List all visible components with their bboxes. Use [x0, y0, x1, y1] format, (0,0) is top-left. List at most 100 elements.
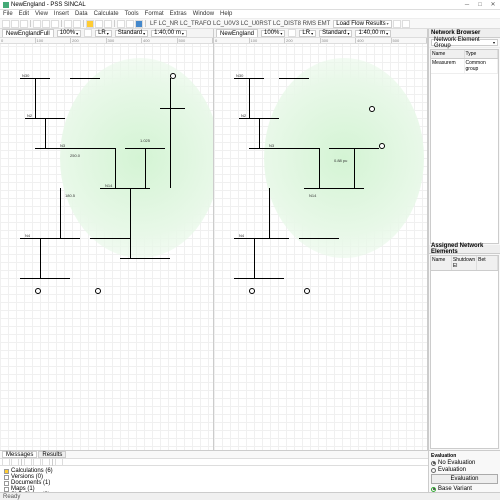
close-button[interactable]: ✕	[489, 2, 497, 8]
style-dropdown[interactable]: Standard	[115, 30, 148, 37]
menu-data[interactable]: Data	[75, 11, 88, 17]
bus[interactable]	[249, 148, 319, 149]
bus[interactable]	[90, 238, 130, 239]
bus[interactable]	[20, 278, 70, 279]
menu-file[interactable]: File	[3, 11, 13, 17]
open-icon[interactable]	[11, 20, 19, 28]
bus[interactable]	[160, 108, 185, 109]
export-icon[interactable]	[42, 458, 50, 466]
undo-icon[interactable]	[64, 20, 72, 28]
zoom-in-icon[interactable]	[95, 20, 103, 28]
evaluation-button[interactable]: Evaluation	[431, 474, 498, 484]
view-dropdown[interactable]: LR	[95, 30, 112, 37]
menu-tools[interactable]: Tools	[125, 11, 139, 17]
radio-no-evaluation[interactable]: No Evaluation	[431, 460, 498, 466]
line[interactable]	[35, 78, 36, 118]
assigned-table[interactable]: Name Shutdown El Bet	[430, 255, 499, 450]
col-bet[interactable]: Bet	[477, 256, 498, 270]
style-dropdown[interactable]: Standard	[319, 30, 352, 37]
bus[interactable]	[304, 188, 364, 189]
bus[interactable]	[120, 258, 170, 259]
line[interactable]	[319, 148, 320, 188]
diagram-canvas-left[interactable]: 0100200300400500	[0, 38, 213, 450]
bus[interactable]	[20, 238, 80, 239]
bus[interactable]	[70, 78, 100, 79]
paste-icon[interactable]	[51, 20, 59, 28]
line[interactable]	[259, 118, 260, 148]
info-icon[interactable]	[126, 20, 134, 28]
diagram-canvas-right[interactable]: 0100200300400500	[214, 38, 427, 450]
tab-messages[interactable]: Messages	[2, 451, 37, 458]
line[interactable]	[60, 188, 61, 238]
results-dropdown[interactable]: Load Flow Results	[333, 20, 391, 28]
bus[interactable]	[100, 188, 150, 189]
bus[interactable]	[279, 78, 309, 79]
sld-icon[interactable]	[135, 20, 143, 28]
cut-icon[interactable]	[33, 20, 41, 28]
line[interactable]	[269, 188, 270, 238]
view-dropdown[interactable]: LR	[299, 30, 316, 37]
tab-newengland[interactable]: NewEngland	[216, 29, 258, 37]
generator-icon[interactable]	[379, 143, 385, 149]
line[interactable]	[40, 238, 41, 278]
radio-evaluation[interactable]: Evaluation	[431, 467, 498, 473]
redo-icon[interactable]	[73, 20, 81, 28]
line[interactable]	[115, 148, 116, 188]
select-icon[interactable]	[86, 20, 94, 28]
menu-help[interactable]: Help	[220, 11, 232, 17]
save-icon[interactable]	[20, 20, 28, 28]
refresh-icon[interactable]	[33, 458, 41, 466]
generator-icon[interactable]	[170, 73, 176, 79]
settings-icon[interactable]	[402, 20, 410, 28]
new-icon[interactable]	[2, 20, 10, 28]
scale-dropdown[interactable]: 1:40,00 m	[151, 30, 187, 37]
zoom-fit-icon[interactable]	[288, 29, 296, 37]
line[interactable]	[354, 148, 355, 188]
col-shutdown[interactable]: Shutdown El	[452, 256, 477, 270]
menu-calculate[interactable]: Calculate	[94, 11, 119, 17]
col-type[interactable]: Type	[465, 50, 499, 58]
bus[interactable]	[234, 278, 284, 279]
element-table[interactable]: Name Type Measurem Common group	[430, 49, 499, 244]
menu-window[interactable]: Window	[193, 11, 214, 17]
line[interactable]	[45, 118, 46, 148]
generator-icon[interactable]	[369, 106, 375, 112]
menu-view[interactable]: View	[35, 11, 48, 17]
menu-insert[interactable]: Insert	[54, 11, 69, 17]
run-icon[interactable]	[393, 20, 401, 28]
pan-icon[interactable]	[117, 20, 125, 28]
table-row[interactable]: Measurem Common group	[431, 59, 498, 74]
line[interactable]	[170, 78, 171, 108]
zoom-out-icon[interactable]	[104, 20, 112, 28]
menu-extras[interactable]: Extras	[170, 11, 187, 17]
element-group-dropdown[interactable]: Network Element Group	[431, 39, 498, 46]
menu-edit[interactable]: Edit	[19, 11, 29, 17]
col-name2[interactable]: Name	[431, 256, 452, 270]
generator-icon[interactable]	[35, 288, 41, 294]
minimize-button[interactable]: ─	[463, 2, 471, 8]
col-name[interactable]: Name	[431, 50, 465, 58]
line[interactable]	[170, 108, 171, 188]
zoom-dropdown[interactable]: 100%	[261, 30, 285, 37]
generator-icon[interactable]	[95, 288, 101, 294]
scale-dropdown[interactable]: 1:40,00 m	[355, 30, 391, 37]
generator-icon[interactable]	[249, 288, 255, 294]
line[interactable]	[130, 188, 131, 258]
expand-icon[interactable]	[2, 458, 10, 466]
tab-newenglandfull[interactable]: NewEnglandFull	[2, 29, 54, 37]
clear-icon[interactable]	[55, 458, 63, 466]
zoom-fit-icon[interactable]	[84, 29, 92, 37]
bus[interactable]	[299, 238, 339, 239]
tab-results[interactable]: Results	[38, 451, 66, 458]
generator-icon[interactable]	[304, 288, 310, 294]
bus[interactable]	[35, 148, 115, 149]
zoom-dropdown[interactable]: 100%	[57, 30, 81, 37]
copy-icon[interactable]	[42, 20, 50, 28]
maximize-button[interactable]: □	[476, 2, 484, 8]
line[interactable]	[145, 148, 146, 188]
filter-icon[interactable]	[24, 458, 32, 466]
bus[interactable]	[234, 238, 289, 239]
menu-format[interactable]: Format	[145, 11, 164, 17]
line[interactable]	[249, 78, 250, 118]
line[interactable]	[254, 238, 255, 278]
